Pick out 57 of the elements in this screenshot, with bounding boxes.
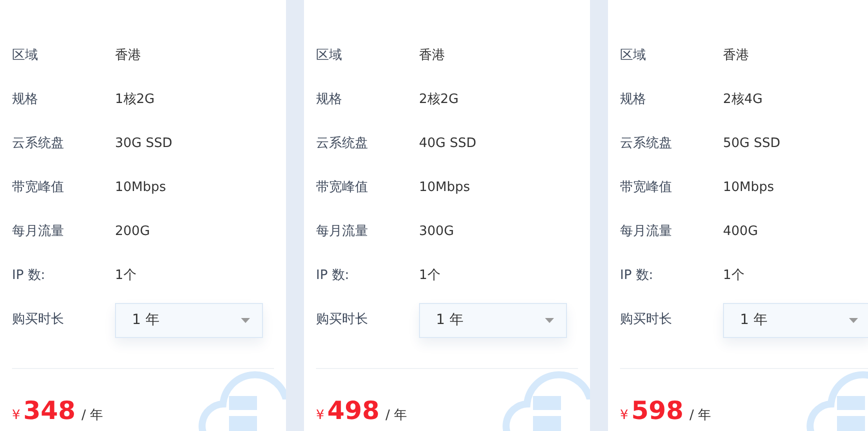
spec-value: 1个 <box>115 267 136 286</box>
spec-value: 10Mbps <box>115 179 166 198</box>
spec-value: 400G <box>723 223 758 242</box>
spec-label: 云系统盘 <box>12 135 65 154</box>
price-amount: 598 <box>631 398 684 423</box>
price-unit: / 年 <box>81 407 103 425</box>
spec-value: 30G SSD <box>115 135 172 154</box>
spec-label: 购买时长 <box>12 311 65 330</box>
spec-value: 10Mbps <box>419 179 470 198</box>
spec-label: 每月流量 <box>620 223 673 242</box>
spec-label: IP 数: <box>12 267 46 286</box>
spec-value: 香港 <box>115 47 141 66</box>
spec-label: 云系统盘 <box>316 135 369 154</box>
spec-value: 1个 <box>723 267 744 286</box>
spec-label: 区域 <box>620 47 647 66</box>
caret-icon <box>241 318 250 322</box>
spec-label: 规格 <box>620 91 647 110</box>
duration-select[interactable]: 1 年 <box>115 302 263 338</box>
spec-value: 香港 <box>419 47 445 66</box>
spec-label: 规格 <box>316 91 343 110</box>
select-value: 1 年 <box>436 310 464 330</box>
select-value: 1 年 <box>740 310 768 330</box>
currency-symbol: ¥ <box>316 407 324 425</box>
spec-label: IP 数: <box>620 267 654 286</box>
caret-icon <box>545 318 554 322</box>
spec-label: 购买时长 <box>316 311 369 330</box>
duration-select[interactable]: 1 年 <box>723 302 868 338</box>
spec-label: 带宽峰值 <box>12 179 65 198</box>
spec-label: 区域 <box>316 47 343 66</box>
spec-label: 带宽峰值 <box>620 179 673 198</box>
spec-value: 300G <box>419 223 454 242</box>
caret-icon <box>849 318 858 322</box>
spec-label: 带宽峰值 <box>316 179 369 198</box>
spec-label: 规格 <box>12 91 39 110</box>
price-unit: / 年 <box>689 407 711 425</box>
currency-symbol: ¥ <box>12 407 20 425</box>
spec-value: 1个 <box>419 267 440 286</box>
spec-value: 2核4G <box>723 91 763 110</box>
spec-value: 1核2G <box>115 91 155 110</box>
spec-label: 云系统盘 <box>620 135 673 154</box>
spec-value: 200G <box>115 223 150 242</box>
spec-value: 2核2G <box>419 91 459 110</box>
spec-label: 购买时长 <box>620 311 673 330</box>
price-amount: 498 <box>327 398 380 423</box>
price-unit: / 年 <box>385 407 407 425</box>
spec-label: 区域 <box>12 47 39 66</box>
spec-label: 每月流量 <box>316 223 369 242</box>
price-amount: 348 <box>23 398 76 423</box>
spec-value: 香港 <box>723 47 749 66</box>
select-value: 1 年 <box>132 310 160 330</box>
currency-symbol: ¥ <box>620 407 628 425</box>
spec-value: 50G SSD <box>723 135 780 154</box>
spec-value: 10Mbps <box>723 179 774 198</box>
spec-label: 每月流量 <box>12 223 65 242</box>
spec-value: 40G SSD <box>419 135 476 154</box>
spec-label: IP 数: <box>316 267 350 286</box>
duration-select[interactable]: 1 年 <box>419 302 567 338</box>
